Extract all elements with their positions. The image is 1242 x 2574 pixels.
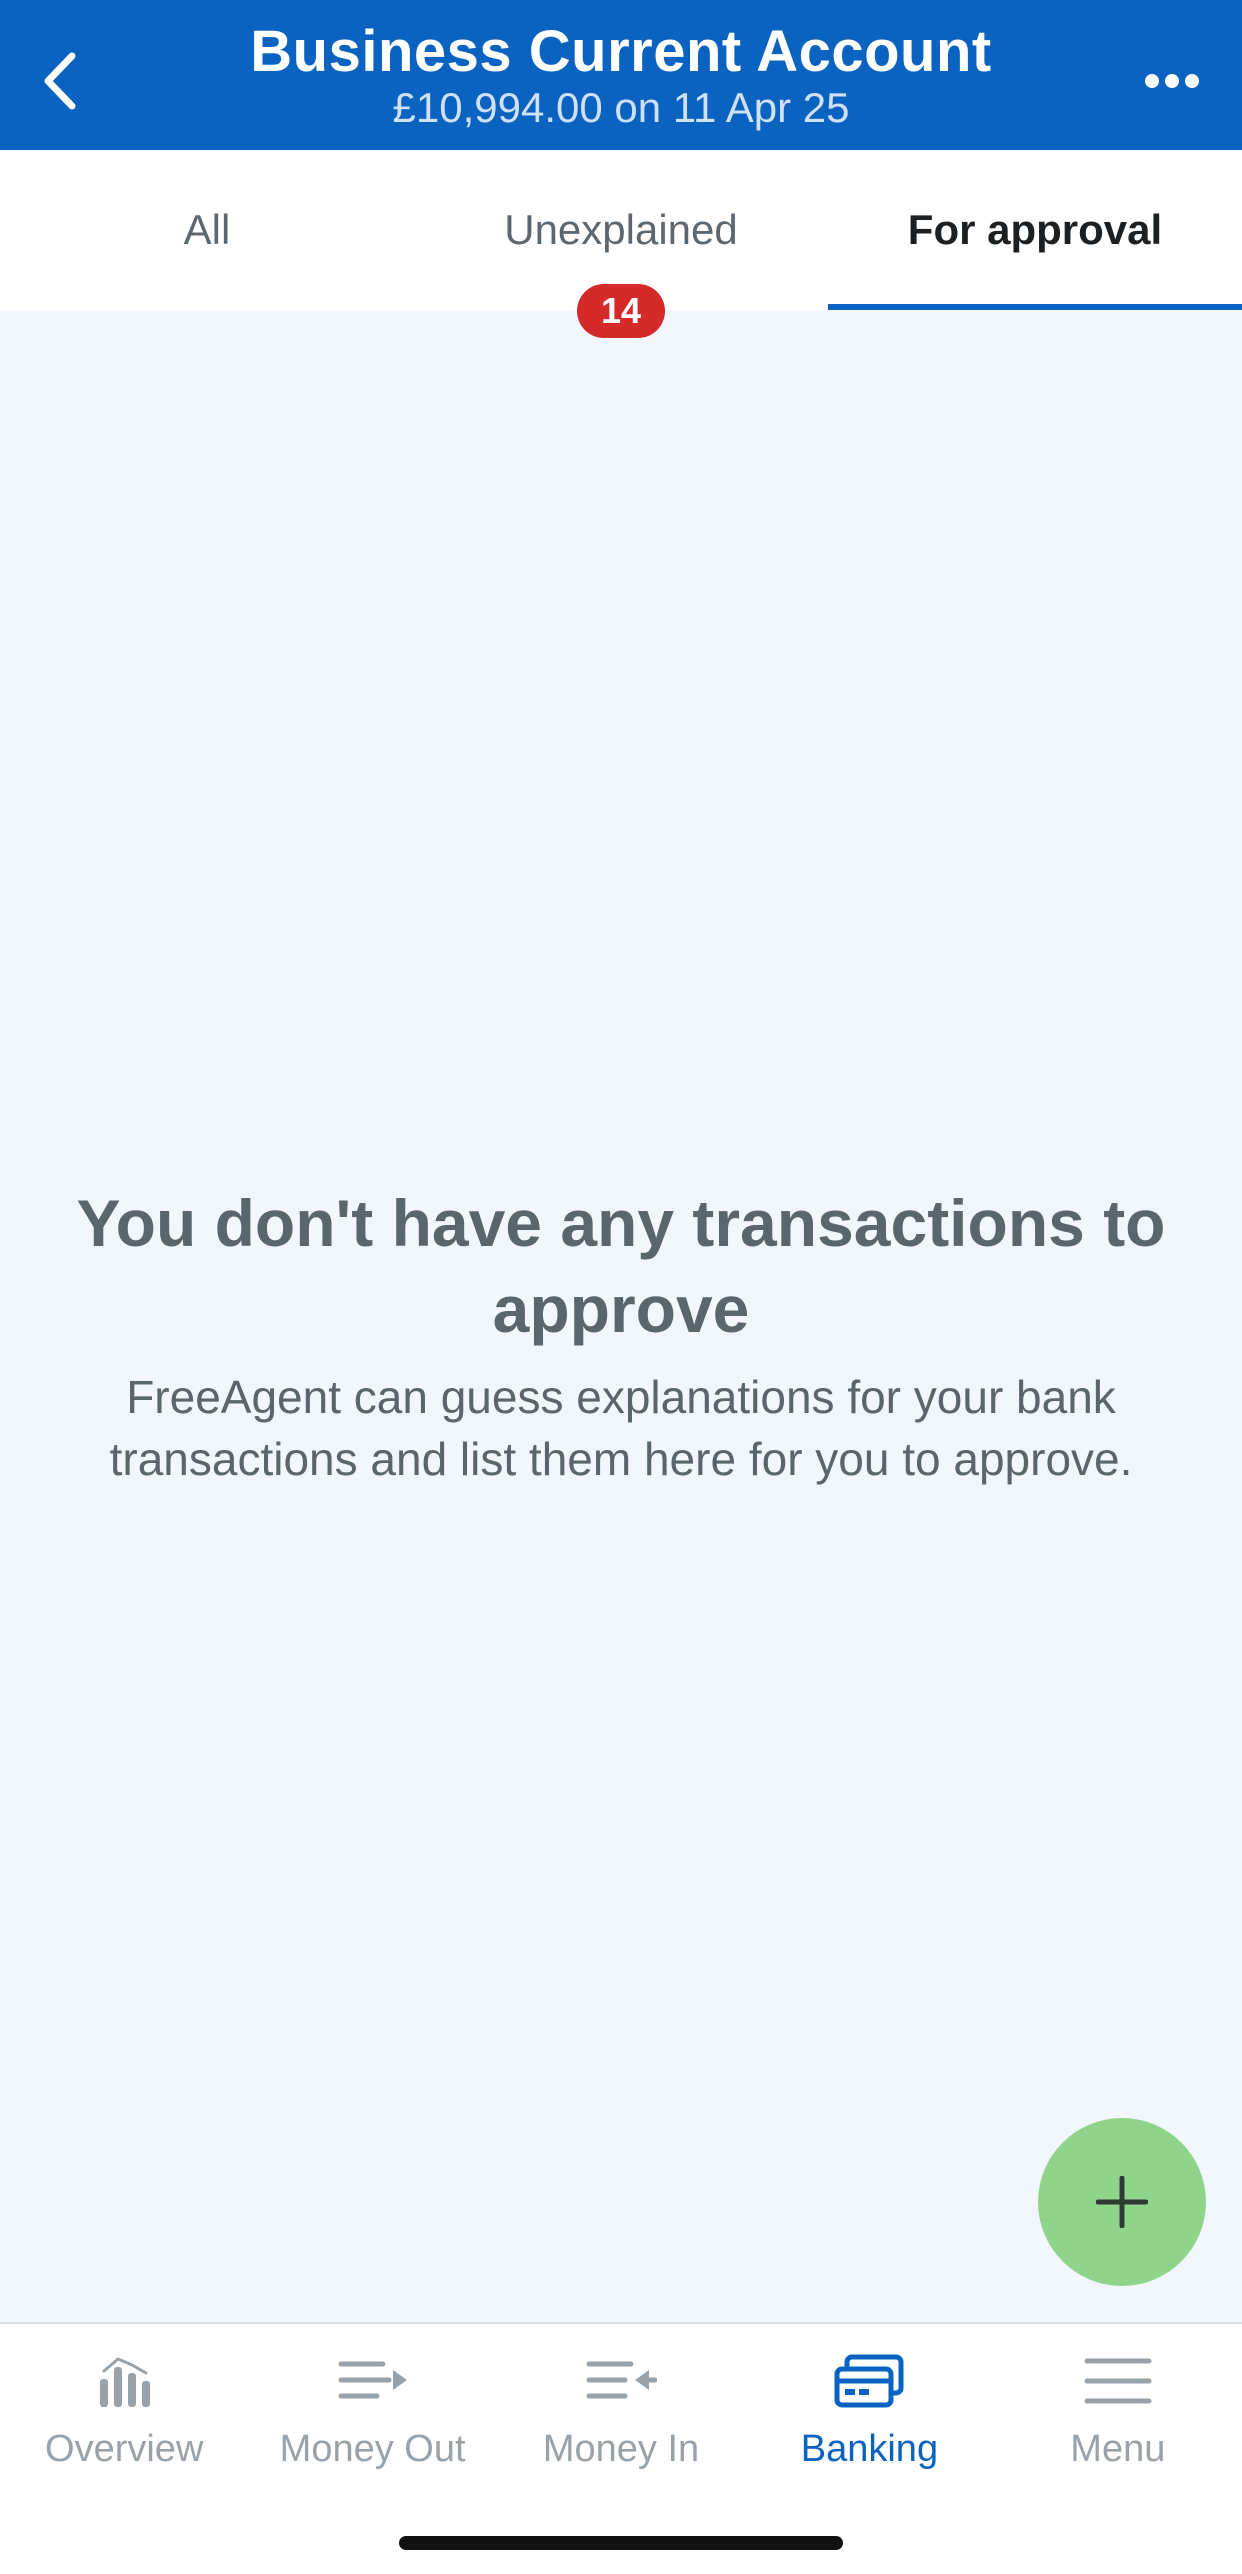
- bank-card-icon: [829, 2346, 909, 2416]
- more-options-button[interactable]: [1122, 36, 1222, 126]
- empty-state-description: FreeAgent can guess explanations for you…: [109, 1371, 1133, 1485]
- tab-for-approval[interactable]: For approval: [828, 150, 1242, 310]
- nav-label: Money Out: [279, 2428, 466, 2470]
- unexplained-count-badge: 14: [577, 284, 665, 338]
- empty-state: You don't have any transactions to appro…: [40, 1180, 1202, 1490]
- account-balance: £10,994.00 on 11 Apr 25: [392, 84, 850, 131]
- money-in-icon: [581, 2346, 661, 2416]
- money-out-icon: [333, 2346, 413, 2416]
- add-button[interactable]: [1038, 2118, 1206, 2286]
- tab-unexplained[interactable]: Unexplained 14: [414, 150, 828, 338]
- bottom-navigation: Overview Money Out Money In Banking Menu: [0, 2322, 1242, 2574]
- empty-state-title: You don't have any transactions to appro…: [76, 1186, 1166, 1346]
- app-screen: Business Current Account £10,994.00 on 1…: [0, 0, 1242, 2574]
- header-bar: Business Current Account £10,994.00 on 1…: [0, 0, 1242, 150]
- nav-label: Money In: [542, 2428, 700, 2470]
- nav-label: Menu: [1070, 2428, 1166, 2470]
- transaction-tabs: All Unexplained 14 For approval: [0, 150, 1242, 338]
- nav-money-out[interactable]: Money Out: [248, 2324, 496, 2504]
- home-indicator: [399, 2536, 843, 2550]
- nav-menu[interactable]: Menu: [994, 2324, 1242, 2504]
- tab-label: All: [183, 206, 231, 253]
- tab-all[interactable]: All: [0, 150, 414, 310]
- nav-banking[interactable]: Banking: [745, 2324, 993, 2504]
- bar-chart-icon: [84, 2346, 164, 2416]
- nav-overview[interactable]: Overview: [0, 2324, 248, 2504]
- account-title: Business Current Account: [250, 19, 992, 84]
- more-horizontal-icon: [1145, 74, 1199, 88]
- nav-label: Overview: [45, 2428, 204, 2470]
- nav-money-in[interactable]: Money In: [497, 2324, 745, 2504]
- nav-label: Banking: [800, 2428, 939, 2470]
- tab-label: For approval: [907, 206, 1163, 253]
- tab-label: Unexplained: [504, 206, 738, 253]
- hamburger-menu-icon: [1078, 2346, 1158, 2416]
- plus-icon: [1096, 2176, 1148, 2228]
